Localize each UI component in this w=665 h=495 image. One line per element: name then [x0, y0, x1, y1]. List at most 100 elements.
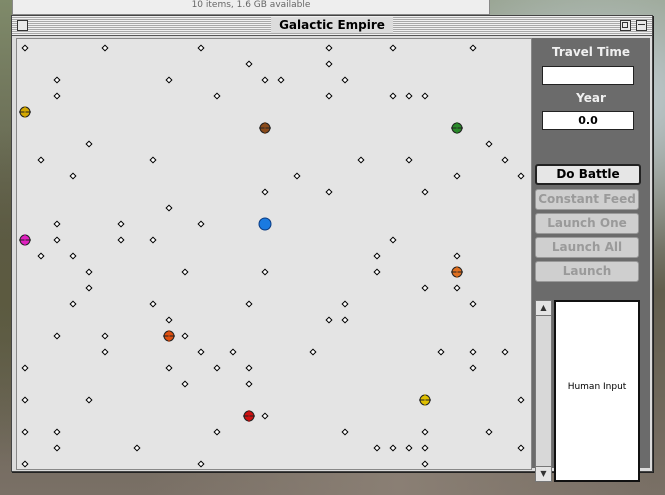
star-system-dot[interactable] — [309, 348, 317, 356]
star-system-dot[interactable] — [149, 300, 157, 308]
star-system-dot[interactable] — [501, 348, 509, 356]
star-system-dot[interactable] — [421, 428, 429, 436]
star-system-dot[interactable] — [453, 284, 461, 292]
magenta-spider-icon[interactable] — [19, 234, 31, 246]
title-bar[interactable]: Galactic Empire — [12, 16, 652, 36]
star-system-dot[interactable] — [341, 428, 349, 436]
star-system-dot[interactable] — [117, 220, 125, 228]
star-system-dot[interactable] — [437, 348, 445, 356]
star-system-dot[interactable] — [101, 332, 109, 340]
star-system-dot[interactable] — [341, 300, 349, 308]
star-system-dot[interactable] — [165, 316, 173, 324]
star-system-dot[interactable] — [165, 204, 173, 212]
star-system-dot[interactable] — [325, 188, 333, 196]
star-system-dot[interactable] — [341, 76, 349, 84]
star-system-dot[interactable] — [181, 332, 189, 340]
star-system-dot[interactable] — [69, 300, 77, 308]
star-system-dot[interactable] — [37, 252, 45, 260]
star-system-dot[interactable] — [293, 172, 301, 180]
star-system-dot[interactable] — [453, 172, 461, 180]
star-system-dot[interactable] — [325, 316, 333, 324]
star-system-dot[interactable] — [53, 428, 61, 436]
player-list[interactable]: Human Input — [554, 300, 640, 482]
star-system-dot[interactable] — [373, 252, 381, 260]
star-system-dot[interactable] — [405, 444, 413, 452]
star-system-dot[interactable] — [53, 332, 61, 340]
star-system-dot[interactable] — [21, 428, 29, 436]
star-system-dot[interactable] — [453, 252, 461, 260]
star-system-dot[interactable] — [53, 92, 61, 100]
star-system-dot[interactable] — [101, 348, 109, 356]
star-system-dot[interactable] — [53, 76, 61, 84]
brown-saucer-icon[interactable] — [259, 122, 271, 134]
star-system-dot[interactable] — [469, 300, 477, 308]
launch-all-button[interactable]: Launch All — [535, 237, 639, 258]
star-system-dot[interactable] — [421, 284, 429, 292]
travel-time-field[interactable] — [542, 66, 634, 85]
star-system-dot[interactable] — [181, 268, 189, 276]
star-system-dot[interactable] — [21, 396, 29, 404]
orange-starburst-icon[interactable] — [451, 266, 463, 278]
close-box-icon[interactable] — [17, 20, 28, 31]
star-system-dot[interactable] — [181, 380, 189, 388]
launch-button[interactable]: Launch — [535, 261, 639, 282]
star-system-dot[interactable] — [261, 188, 269, 196]
star-system-dot[interactable] — [213, 428, 221, 436]
launch-one-button[interactable]: Launch One — [535, 213, 639, 234]
star-system-dot[interactable] — [53, 444, 61, 452]
star-system-dot[interactable] — [69, 252, 77, 260]
list-item[interactable]: Human Input — [556, 382, 638, 392]
star-system-dot[interactable] — [149, 236, 157, 244]
star-system-dot[interactable] — [517, 444, 525, 452]
star-system-dot[interactable] — [197, 220, 205, 228]
star-system-dot[interactable] — [421, 92, 429, 100]
galaxy-map-canvas[interactable] — [17, 39, 531, 469]
star-system-dot[interactable] — [421, 188, 429, 196]
star-system-dot[interactable] — [485, 428, 493, 436]
collapse-box-icon[interactable] — [636, 20, 647, 31]
star-system-dot[interactable] — [69, 172, 77, 180]
do-battle-button[interactable]: Do Battle — [535, 164, 641, 185]
star-system-dot[interactable] — [245, 364, 253, 372]
star-system-dot[interactable] — [389, 44, 397, 52]
star-system-dot[interactable] — [277, 76, 285, 84]
list-scrollbar[interactable]: ▲ ▼ — [535, 300, 552, 482]
star-system-dot[interactable] — [85, 396, 93, 404]
star-system-dot[interactable] — [469, 348, 477, 356]
star-system-dot[interactable] — [421, 460, 429, 468]
star-system-dot[interactable] — [405, 92, 413, 100]
green-alien-icon[interactable] — [451, 122, 463, 134]
star-system-dot[interactable] — [21, 364, 29, 372]
star-system-dot[interactable] — [469, 364, 477, 372]
star-system-dot[interactable] — [245, 380, 253, 388]
star-system-dot[interactable] — [117, 236, 125, 244]
zoom-box-icon[interactable] — [620, 20, 631, 31]
star-system-dot[interactable] — [197, 44, 205, 52]
star-system-dot[interactable] — [53, 220, 61, 228]
star-system-dot[interactable] — [53, 236, 61, 244]
star-system-dot[interactable] — [325, 92, 333, 100]
red-fighter-icon[interactable] — [243, 410, 255, 422]
orange-blob-icon[interactable] — [163, 330, 175, 342]
star-system-dot[interactable] — [149, 156, 157, 164]
star-system-dot[interactable] — [261, 412, 269, 420]
star-system-dot[interactable] — [229, 348, 237, 356]
star-system-dot[interactable] — [261, 268, 269, 276]
star-system-dot[interactable] — [213, 364, 221, 372]
star-system-dot[interactable] — [85, 284, 93, 292]
star-system-dot[interactable] — [213, 92, 221, 100]
star-system-dot[interactable] — [261, 76, 269, 84]
yellow-triangle-icon[interactable] — [419, 394, 431, 406]
star-system-dot[interactable] — [85, 268, 93, 276]
star-system-dot[interactable] — [21, 460, 29, 468]
star-system-dot[interactable] — [85, 140, 93, 148]
star-system-dot[interactable] — [37, 156, 45, 164]
star-system-dot[interactable] — [21, 44, 29, 52]
star-system-dot[interactable] — [517, 172, 525, 180]
star-system-dot[interactable] — [357, 156, 365, 164]
year-field[interactable]: 0.0 — [542, 111, 634, 130]
star-system-dot[interactable] — [133, 444, 141, 452]
star-system-dot[interactable] — [389, 236, 397, 244]
star-system-dot[interactable] — [501, 156, 509, 164]
star-system-dot[interactable] — [469, 44, 477, 52]
